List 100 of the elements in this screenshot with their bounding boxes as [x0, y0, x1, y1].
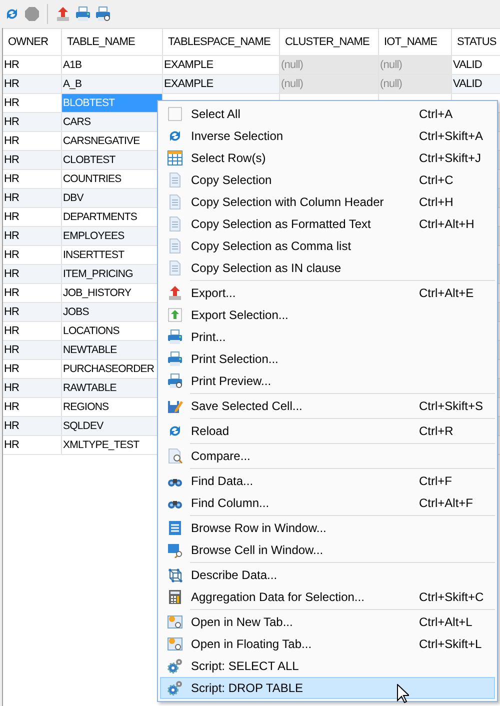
shortcut-label: Ctrl+Skift+A [419, 129, 484, 143]
shortcut-label: Ctrl+Skift+C [419, 590, 485, 604]
cube-icon [167, 567, 183, 583]
shortcut-label: Ctrl+Skift+S [419, 399, 484, 413]
column-header[interactable]: CLUSTER_NAME [280, 29, 379, 55]
table-cell: (null) [379, 56, 452, 74]
table-cell: HR [3, 398, 62, 416]
table-cell: HR [3, 227, 62, 245]
document-icon [167, 172, 183, 188]
table-cell: HR [3, 360, 62, 378]
table-cell: HR [3, 341, 62, 359]
column-header[interactable]: STATUS [452, 29, 500, 55]
floppy-pencil-icon [167, 398, 183, 414]
table-cell: HR [3, 417, 62, 435]
document-icon [167, 238, 183, 254]
shortcut-label: Ctrl+F [419, 474, 453, 488]
table-cell: HR [3, 303, 62, 321]
menu-item[interactable]: Find Column... Ctrl+Alt+F [160, 492, 495, 514]
upload-arrow-icon[interactable] [55, 6, 71, 22]
shortcut-label: Ctrl+Skift+L [419, 637, 483, 651]
document-icon [167, 216, 183, 232]
shortcut-label: Ctrl+R [419, 424, 454, 438]
document-search-icon [167, 448, 183, 464]
printer-icon [167, 351, 183, 367]
table-cell: HR [3, 56, 62, 74]
menu-item[interactable]: Describe Data... [160, 564, 495, 586]
menu-item[interactable]: Script: DROP TABLE [160, 677, 495, 699]
shortcut-label: Ctrl+H [419, 195, 454, 209]
menu-item[interactable]: Print Selection... [160, 348, 495, 370]
table-cell: (null) [280, 75, 379, 93]
arrow-up-icon [167, 307, 183, 323]
table-cell: HR [3, 113, 62, 131]
column-header[interactable]: TABLESPACE_NAME [163, 29, 280, 55]
table-cell: HR [3, 284, 62, 302]
gears-icon [167, 658, 183, 674]
column-header[interactable]: OWNER [3, 29, 62, 55]
menu-item[interactable]: Copy Selection with Column Header Ctrl+H [160, 191, 495, 213]
calculator-icon [167, 589, 183, 605]
menu-item[interactable]: Export... Ctrl+Alt+E [160, 282, 495, 304]
table-cell: HR [3, 189, 62, 207]
window-search-icon [167, 614, 183, 630]
menu-item[interactable]: Select All Ctrl+A [160, 103, 495, 125]
menu-item[interactable]: Aggregation Data for Selection... Ctrl+Skift+C [160, 586, 495, 608]
menu-item[interactable]: Copy Selection as Formatted Text Ctrl+Alt+H [160, 213, 495, 235]
table-cell: HR [3, 246, 62, 264]
menu-item[interactable]: Save Selected Cell... Ctrl+Skift+S [160, 395, 495, 417]
menu-item[interactable]: Print... [160, 326, 495, 348]
table-cell: BLOBTEST [62, 94, 163, 112]
table-cell: VALID [452, 75, 500, 93]
shortcut-label: Ctrl+Alt+L [419, 615, 474, 629]
rows-icon [167, 520, 183, 536]
table-cell: HR [3, 208, 62, 226]
menu-item[interactable]: Compare... [160, 445, 495, 467]
table-cell: HR [3, 75, 62, 93]
menu-item[interactable]: Copy Selection as IN clause [160, 257, 495, 279]
shortcut-label: Ctrl+Alt+H [419, 217, 476, 231]
upload-arrow-icon [167, 285, 183, 301]
column-header[interactable]: TABLE_NAME [62, 29, 163, 55]
table-cell: HR [3, 151, 62, 169]
document-icon [167, 260, 183, 276]
printer-icon [167, 329, 183, 345]
menu-item[interactable]: Browse Row in Window... [160, 517, 495, 539]
menu-item[interactable]: Select Row(s) Ctrl+Skift+J [160, 147, 495, 169]
document-icon [167, 194, 183, 210]
menu-item[interactable]: Find Data... Ctrl+F [160, 470, 495, 492]
gears-icon [167, 680, 183, 696]
shortcut-label: Ctrl+Alt+E [419, 286, 475, 300]
dotted-square-icon [167, 106, 183, 122]
table-cell: A1B [62, 56, 163, 74]
window-search-icon [167, 636, 183, 652]
table-cell: HR [3, 436, 62, 454]
menu-item[interactable]: Print Preview... [160, 370, 495, 392]
column-header[interactable]: IOT_NAME [379, 29, 452, 55]
menu-item[interactable]: Inverse Selection Ctrl+Skift+A [160, 125, 495, 147]
table-cell: HR [3, 322, 62, 340]
table-cell: (null) [379, 75, 452, 93]
table-cell: (null) [280, 56, 379, 74]
menu-item[interactable]: Reload Ctrl+R [160, 420, 495, 442]
menu-item[interactable]: Browse Cell in Window... [160, 539, 495, 561]
menu-item[interactable]: Script: SELECT ALL [160, 655, 495, 677]
table-cell: HR [3, 265, 62, 283]
table-cell: HR [3, 379, 62, 397]
table-grid-icon [167, 150, 183, 166]
table-cell: HR [3, 170, 62, 188]
menu-item[interactable]: Open in New Tab... Ctrl+Alt+L [160, 611, 495, 633]
menu-item[interactable]: Export Selection... [160, 304, 495, 326]
shortcut-label: Ctrl+C [419, 173, 454, 187]
menu-item[interactable]: Copy Selection Ctrl+C [160, 169, 495, 191]
printer-icon[interactable] [75, 6, 91, 22]
shortcut-label: Ctrl+Alt+F [419, 496, 474, 510]
menu-item[interactable]: Copy Selection as Comma list [160, 235, 495, 257]
table-cell: HR [3, 132, 62, 150]
cell-search-icon [167, 542, 183, 558]
shortcut-label: Ctrl+A [419, 107, 454, 121]
menu-item[interactable]: Open in Floating Tab... Ctrl+Skift+L [160, 633, 495, 655]
table-cell: A_B [62, 75, 163, 93]
print-preview-icon [167, 373, 183, 389]
table-cell: VALID [452, 56, 500, 74]
print-preview-icon[interactable] [95, 6, 111, 22]
shortcut-label: Ctrl+Skift+J [419, 151, 482, 165]
